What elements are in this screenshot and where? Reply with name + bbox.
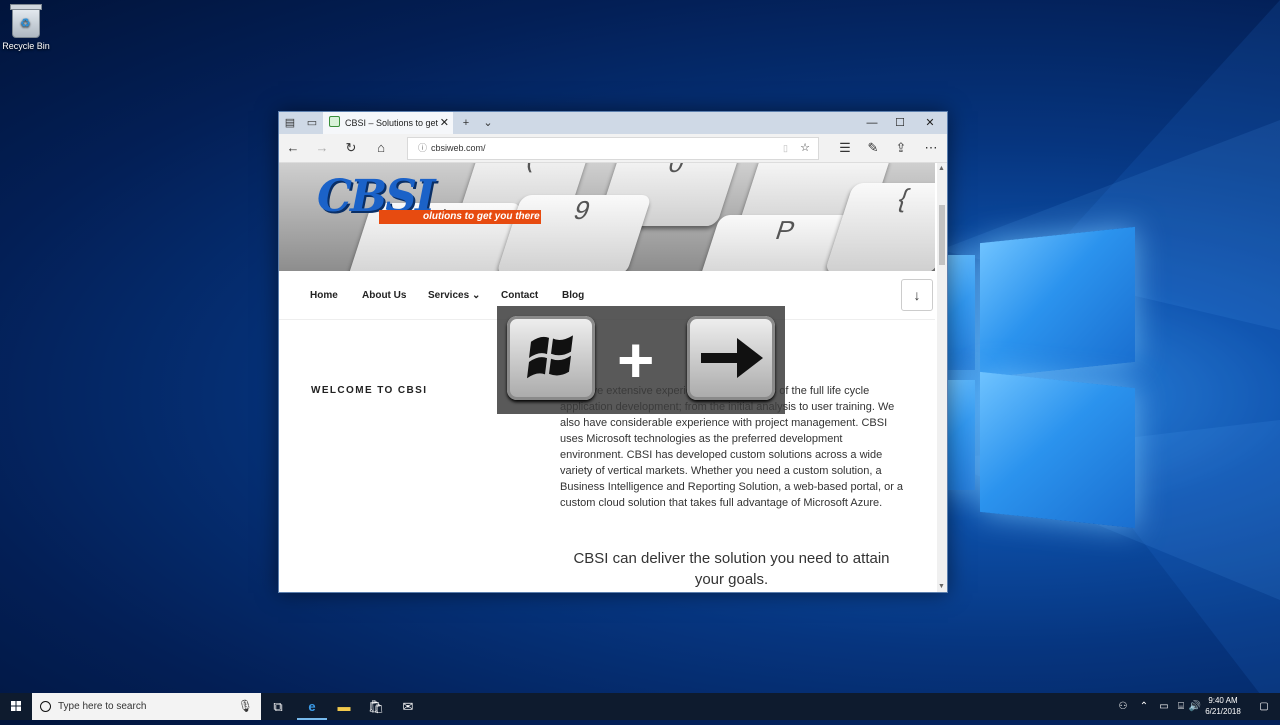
microphone-icon[interactable]: 🎙 [238, 693, 253, 720]
tab-list-chevron-icon[interactable]: ⌄ [477, 112, 499, 134]
menu-about[interactable]: About Us [362, 290, 406, 301]
tab-preview-icon[interactable]: ▭ [301, 112, 323, 134]
tab-bar: ▤ ▭ CBSI – Solutions to get ✕ + ⌄ — ☐ ✕ [279, 112, 947, 134]
deliver-text: CBSI can deliver the solution you need t… [573, 550, 890, 588]
store-icon[interactable]: 🛍 [361, 693, 391, 720]
tab-title: CBSI – Solutions to get [345, 118, 439, 128]
info-icon: ⓘ [418, 143, 428, 153]
menu-services[interactable]: Services ⌄ [428, 290, 480, 301]
plus-sign: + [617, 324, 655, 396]
show-hidden-icons-chevron-icon[interactable]: ⌃ [1134, 693, 1154, 720]
welcome-heading: WELCOME TO CBSI [311, 385, 428, 396]
forward-arrow-icon[interactable]: → [308, 134, 336, 162]
scrollbar-thumb[interactable] [939, 205, 945, 265]
page-scrollbar[interactable]: ▲ ▼ [937, 163, 947, 592]
more-menu-icon[interactable]: ⋯ [917, 134, 945, 162]
clock[interactable]: 9:40 AM 6/21/2018 [1198, 695, 1248, 717]
edge-taskbar-icon[interactable]: e [297, 693, 327, 720]
header-image: ( 0 * 9 P { CBSI olutions to get you the… [279, 163, 935, 271]
taskbar-search[interactable]: Type here to search 🎙 [32, 693, 261, 720]
task-view-icon[interactable]: ⧉ [263, 693, 293, 720]
taskbar: Type here to search 🎙 ⧉ e ▬ 🛍 ✉ ⚇ ⌃ ▭ ⌸ … [0, 693, 1280, 720]
maximize-button[interactable]: ☐ [885, 112, 915, 134]
site-favicon-icon [329, 116, 340, 127]
logo-tagline: olutions to get you there [379, 210, 541, 224]
close-tab-icon[interactable]: ✕ [440, 112, 449, 134]
start-windows-icon[interactable] [0, 693, 32, 720]
back-arrow-icon[interactable]: ← [279, 134, 307, 162]
search-placeholder: Type here to search [58, 701, 147, 712]
tab-cbsi[interactable]: CBSI – Solutions to get ✕ [323, 112, 453, 134]
right-arrow-key-icon [687, 316, 775, 400]
battery-icon[interactable]: ▭ [1154, 693, 1174, 720]
shortcut-overlay: + [497, 306, 785, 414]
set-aside-tabs-icon[interactable]: ▤ [279, 112, 301, 134]
windows-logo-wallpaper [945, 225, 1145, 535]
action-center-icon[interactable]: ▢ [1254, 693, 1274, 720]
url-text: cbsiweb.com/ [431, 143, 486, 153]
people-icon[interactable]: ⚇ [1112, 693, 1134, 720]
menu-home[interactable]: Home [310, 290, 338, 301]
menu-blog[interactable]: Blog [562, 290, 584, 301]
address-toolbar: ← → ↻ ⌂ ⓘ cbsiweb.com/ ▯ ☆ ☰ ✎ ⇪ ⋯ [279, 134, 947, 163]
cortana-circle-icon [40, 701, 51, 712]
chevron-down-icon: ⌄ [471, 290, 481, 301]
new-tab-icon[interactable]: + [455, 112, 477, 134]
recycle-bin-glyph: ♻ [10, 4, 42, 38]
favorite-star-icon[interactable]: ☆ [800, 138, 810, 159]
minimize-button[interactable]: — [857, 112, 887, 134]
clock-time: 9:40 AM [1208, 696, 1238, 705]
address-bar[interactable]: ⓘ cbsiweb.com/ ▯ ☆ [407, 137, 819, 160]
favorites-hub-icon[interactable]: ☰ [831, 134, 859, 162]
web-note-icon[interactable]: ✎ [859, 134, 887, 162]
refresh-icon[interactable]: ↻ [337, 134, 365, 162]
file-explorer-icon[interactable]: ▬ [329, 693, 359, 720]
home-icon[interactable]: ⌂ [367, 134, 395, 162]
scroll-down-arrow-icon[interactable]: ↓ [901, 279, 933, 311]
reading-view-icon[interactable]: ▯ [783, 138, 788, 159]
menu-contact[interactable]: Contact [501, 290, 538, 301]
close-window-button[interactable]: ✕ [915, 112, 945, 134]
recycle-bin-label: Recycle Bin [2, 41, 50, 51]
share-icon[interactable]: ⇪ [887, 134, 915, 162]
mail-icon[interactable]: ✉ [393, 693, 423, 720]
windows-key-icon [507, 316, 595, 400]
recycle-bin-icon[interactable]: ♻ Recycle Bin [2, 4, 50, 51]
clock-date: 6/21/2018 [1205, 707, 1241, 716]
